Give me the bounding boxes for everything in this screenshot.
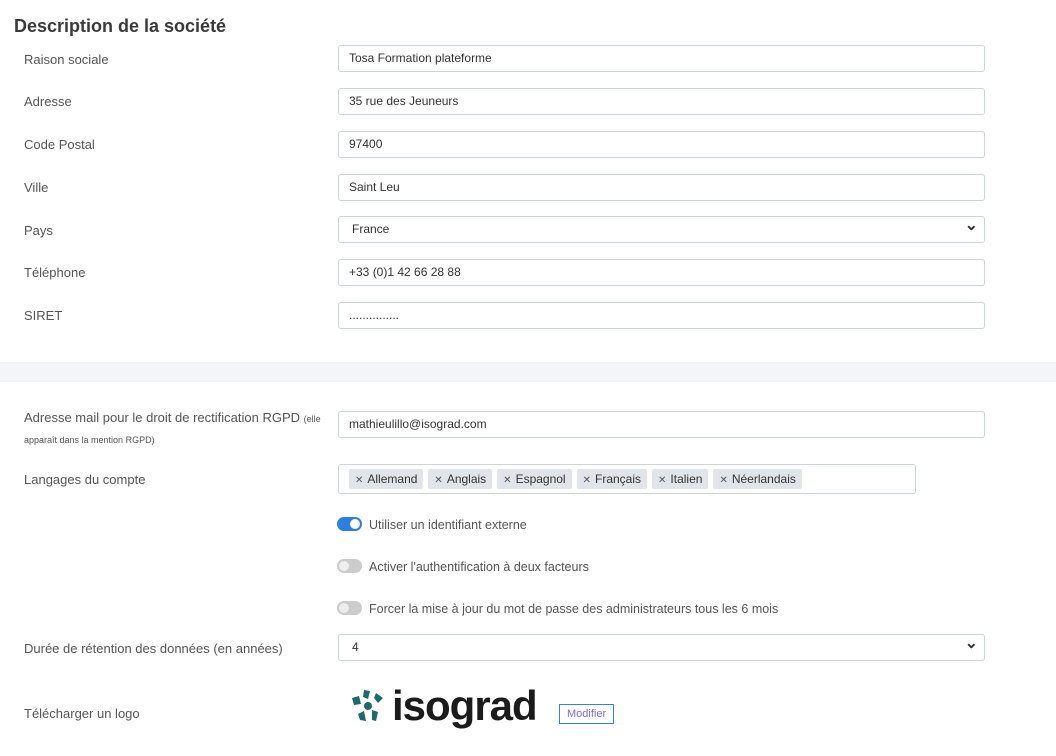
label-pays: Pays — [24, 223, 53, 238]
tag-label: Français — [595, 472, 642, 486]
remove-icon[interactable]: ✕ — [355, 475, 363, 486]
retention-value: 4 — [352, 640, 359, 654]
password-update-label: Forcer la mise à jour du mot de passe de… — [369, 602, 779, 616]
email-rgpd-input[interactable]: mathieulillo@isograd.com — [338, 411, 985, 438]
password-update-toggle[interactable] — [337, 601, 362, 615]
remove-icon[interactable]: ✕ — [434, 475, 442, 486]
language-tag[interactable]: ✕ Néerlandais — [713, 469, 802, 489]
tag-label: Anglais — [446, 472, 487, 486]
modify-logo-button[interactable]: Modifier — [559, 704, 615, 724]
tag-label: Allemand — [367, 472, 418, 486]
two-factor-toggle[interactable] — [337, 559, 362, 573]
languages-multiselect[interactable]: ✕ Allemand ✕ Anglais ✕ Espagnol ✕ Français ✕… — [338, 464, 916, 494]
remove-icon[interactable]: ✕ — [503, 475, 511, 486]
external-id-toggle[interactable] — [337, 517, 362, 531]
tag-label: Italien — [670, 472, 703, 486]
language-tag[interactable]: ✕ Italien — [652, 469, 709, 489]
email-label-text: Adresse mail pour le droit de rectificat… — [24, 410, 301, 425]
section-divider — [0, 362, 1056, 382]
label-logo: Télécharger un logo — [24, 706, 140, 721]
label-raison-sociale: Raison sociale — [24, 52, 109, 67]
adresse-input[interactable]: 35 rue des Jeuneurs — [338, 88, 985, 115]
pays-select[interactable]: France — [338, 213, 985, 243]
section-title: Description de la société — [14, 16, 227, 36]
code-postal-input[interactable]: 97400 — [338, 131, 985, 158]
language-tag[interactable]: ✕ Allemand — [349, 469, 424, 489]
language-tag[interactable]: ✕ Français — [576, 469, 648, 489]
remove-icon[interactable]: ✕ — [583, 475, 591, 486]
language-tag[interactable]: ✕ Espagnol — [497, 469, 572, 489]
label-email-rgpd: Adresse mail pour le droit de rectificat… — [24, 408, 324, 450]
siret-input[interactable]: ............... — [338, 302, 985, 329]
label-retention: Durée de rétention des données (en année… — [24, 641, 283, 656]
label-code-postal: Code Postal — [24, 137, 95, 152]
two-factor-label: Activer l'authentification à deux facteu… — [369, 560, 589, 574]
remove-icon[interactable]: ✕ — [719, 475, 727, 486]
tag-label: Néerlandais — [731, 472, 796, 486]
telephone-input[interactable]: +33 (0)1 42 66 28 88 — [338, 259, 985, 286]
label-ville: Ville — [24, 180, 49, 195]
tag-label: Espagnol — [515, 472, 566, 486]
pays-value: France — [352, 222, 390, 236]
ville-input[interactable]: Saint Leu — [338, 174, 985, 201]
raison-sociale-input[interactable]: Tosa Formation plateforme — [338, 45, 985, 72]
label-telephone: Téléphone — [24, 265, 86, 280]
label-adresse: Adresse — [24, 94, 72, 109]
isograd-logo-mark-icon — [352, 690, 383, 721]
label-siret: SIRET — [24, 308, 63, 323]
external-id-label: Utiliser un identifiant externe — [369, 518, 527, 532]
logo-wordmark: isograd — [392, 682, 538, 729]
language-tag[interactable]: ✕ Anglais — [428, 469, 493, 489]
retention-select[interactable]: 4 — [338, 631, 985, 661]
label-langages: Langages du compte — [24, 472, 146, 487]
remove-icon[interactable]: ✕ — [658, 475, 666, 486]
